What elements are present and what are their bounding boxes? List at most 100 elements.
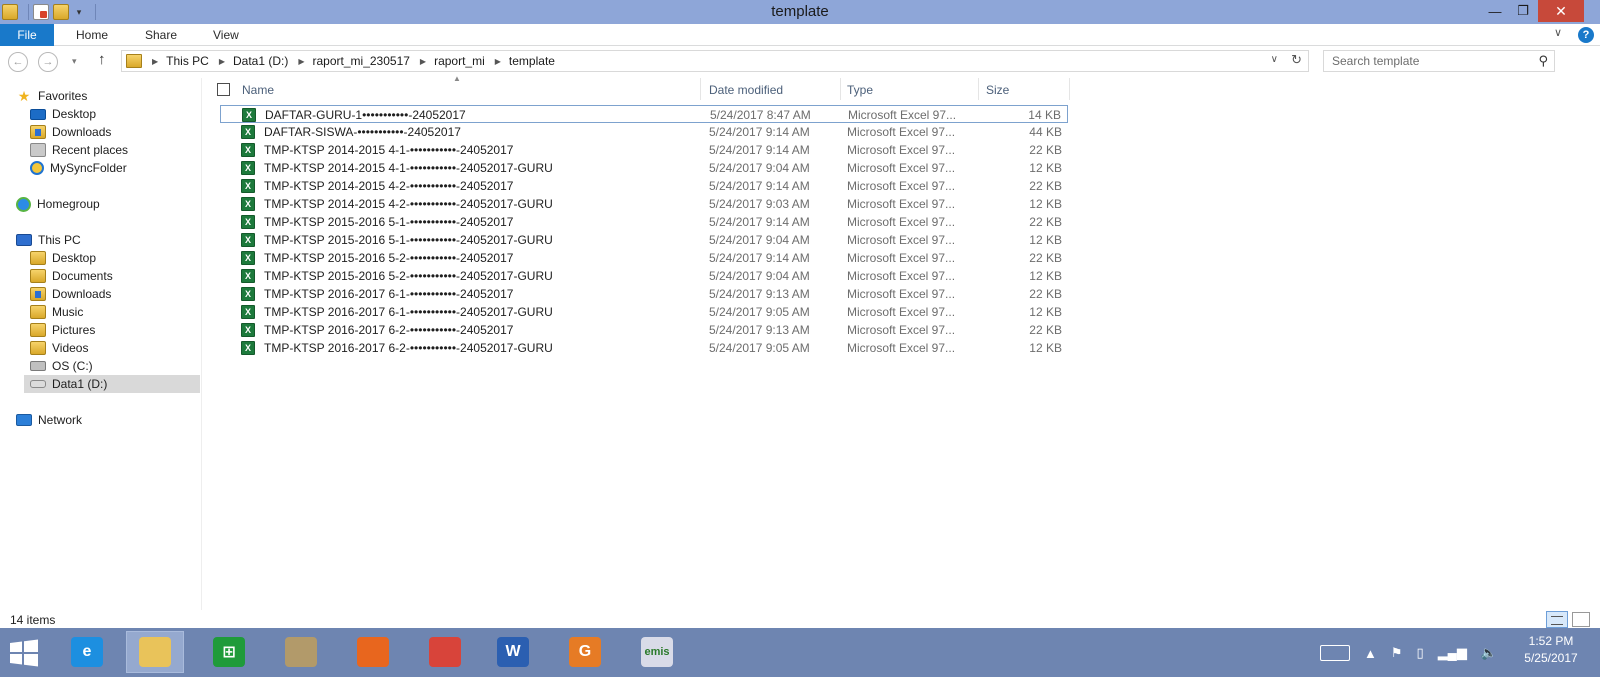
- tab-share[interactable]: Share: [145, 24, 177, 46]
- taskbar-file-explorer-button[interactable]: [126, 631, 184, 673]
- close-button[interactable]: ✕: [1538, 0, 1584, 22]
- action-center-flag-icon[interactable]: ⚑: [1391, 645, 1403, 661]
- breadcrumb-raport-mi[interactable]: raport_mi: [434, 54, 485, 68]
- pictures-folder-icon: [30, 323, 46, 337]
- breadcrumb-arrow-icon[interactable]: ▶: [152, 57, 158, 66]
- battery-icon[interactable]: ▯: [1417, 645, 1424, 661]
- nav-favorites[interactable]: ★ Favorites: [16, 87, 88, 105]
- nav-pc-pictures[interactable]: Pictures: [30, 321, 95, 339]
- select-all-checkbox[interactable]: [217, 83, 230, 96]
- file-row[interactable]: X TMP-KTSP 2016-2017 6-2-•••••••••••-2405…: [220, 339, 1068, 357]
- tab-file[interactable]: File: [0, 24, 54, 46]
- breadcrumb-arrow-icon[interactable]: ▶: [495, 57, 501, 66]
- file-type: Microsoft Excel 97...: [847, 125, 956, 139]
- column-size-header[interactable]: Size: [986, 83, 1009, 97]
- app-4-icon: [285, 637, 317, 667]
- file-row[interactable]: X TMP-KTSP 2016-2017 6-1-•••••••••••-2405…: [220, 285, 1068, 303]
- file-row[interactable]: X TMP-KTSP 2016-2017 6-1-•••••••••••-2405…: [220, 303, 1068, 321]
- column-date-header[interactable]: Date modified: [709, 83, 783, 97]
- nav-pc-videos[interactable]: Videos: [30, 339, 88, 357]
- sort-ascending-icon: ▲: [453, 74, 461, 83]
- help-icon[interactable]: ?: [1578, 27, 1594, 43]
- nav-label: Data1 (D:): [52, 377, 108, 391]
- taskbar-store-button[interactable]: ⊞: [200, 631, 258, 673]
- touch-keyboard-icon[interactable]: [1320, 645, 1350, 661]
- taskbar-firefox-button[interactable]: [344, 631, 402, 673]
- nav-network[interactable]: Network: [16, 411, 82, 429]
- file-row[interactable]: X TMP-KTSP 2016-2017 6-2-•••••••••••-2405…: [220, 321, 1068, 339]
- refresh-icon[interactable]: ↻: [1291, 52, 1302, 68]
- taskbar-internet-explorer-button[interactable]: e: [58, 631, 116, 673]
- file-date-modified: 5/24/2017 9:05 AM: [709, 341, 810, 355]
- large-icons-view-button[interactable]: [1572, 612, 1590, 627]
- nav-pc-data1-d[interactable]: Data1 (D:): [24, 375, 200, 393]
- file-row[interactable]: X TMP-KTSP 2014-2015 4-1-•••••••••••-2405…: [220, 159, 1068, 177]
- breadcrumb-raport-mi-230517[interactable]: raport_mi_230517: [313, 54, 410, 68]
- file-type: Microsoft Excel 97...: [847, 215, 956, 229]
- nav-homegroup[interactable]: Homegroup: [16, 195, 100, 213]
- file-row[interactable]: X TMP-KTSP 2015-2016 5-1-•••••••••••-2405…: [220, 231, 1068, 249]
- volume-icon[interactable]: 🔈: [1481, 645, 1497, 661]
- file-date-modified: 5/24/2017 9:14 AM: [709, 179, 810, 193]
- clock[interactable]: 1:52 PM 5/25/2017: [1510, 633, 1592, 667]
- nav-fav-mysyncfolder[interactable]: MySyncFolder: [30, 159, 127, 177]
- address-history-chevron-icon[interactable]: ∨: [1271, 54, 1278, 65]
- column-name-header[interactable]: Name: [242, 83, 274, 97]
- search-input[interactable]: Search template: [1332, 54, 1419, 68]
- windows-start-icon[interactable]: [8, 638, 40, 668]
- taskbar-chrome-button[interactable]: [416, 631, 474, 673]
- column-divider[interactable]: [978, 78, 979, 100]
- file-row[interactable]: X TMP-KTSP 2014-2015 4-1-•••••••••••-2405…: [220, 141, 1068, 159]
- maximize-button[interactable]: ❐: [1510, 0, 1536, 22]
- address-bar[interactable]: ▶ This PC ▶ Data1 (D:) ▶ raport_mi_23051…: [121, 50, 1309, 72]
- taskbar-emis-button[interactable]: emis: [628, 631, 686, 673]
- file-name: TMP-KTSP 2014-2015 4-2-•••••••••••-24052…: [264, 197, 553, 211]
- forward-button[interactable]: →: [38, 52, 58, 72]
- tab-home[interactable]: Home: [76, 24, 108, 46]
- details-view-button[interactable]: [1546, 611, 1568, 628]
- search-icon[interactable]: ⚲: [1538, 53, 1548, 69]
- up-button[interactable]: ↑: [98, 51, 106, 68]
- back-button[interactable]: ←: [8, 52, 28, 72]
- minimize-button[interactable]: —: [1482, 0, 1508, 22]
- nav-pc-desktop[interactable]: Desktop: [30, 249, 96, 267]
- column-divider[interactable]: [840, 78, 841, 100]
- show-hidden-icons-chevron-icon[interactable]: ▲: [1364, 646, 1377, 661]
- taskbar-pdf-app-button[interactable]: G: [556, 631, 614, 673]
- breadcrumb-this-pc[interactable]: This PC: [166, 54, 209, 68]
- file-type: Microsoft Excel 97...: [847, 197, 956, 211]
- nav-pc-downloads[interactable]: Downloads: [30, 285, 111, 303]
- nav-pc-os-c[interactable]: OS (C:): [30, 357, 93, 375]
- file-row[interactable]: X DAFTAR-GURU-1•••••••••••-24052017 5/24/2…: [220, 105, 1068, 123]
- column-header-row: ▲ Name Date modified Type Size: [203, 74, 1073, 100]
- breadcrumb-template[interactable]: template: [509, 54, 555, 68]
- file-row[interactable]: X DAFTAR-SISWA-•••••••••••-24052017 5/24/2…: [220, 123, 1068, 141]
- recent-locations-chevron-icon[interactable]: ▾: [72, 56, 77, 67]
- file-row[interactable]: X TMP-KTSP 2015-2016 5-1-•••••••••••-2405…: [220, 213, 1068, 231]
- network-signal-icon[interactable]: ▂▄▆: [1438, 645, 1467, 661]
- file-row[interactable]: X TMP-KTSP 2015-2016 5-2-•••••••••••-2405…: [220, 267, 1068, 285]
- breadcrumb-arrow-icon[interactable]: ▶: [219, 57, 225, 66]
- breadcrumb-arrow-icon[interactable]: ▶: [298, 57, 304, 66]
- file-row[interactable]: X TMP-KTSP 2014-2015 4-2-•••••••••••-2405…: [220, 177, 1068, 195]
- breadcrumb-data1[interactable]: Data1 (D:): [233, 54, 288, 68]
- tab-view[interactable]: View: [213, 24, 239, 46]
- column-divider[interactable]: [1069, 78, 1070, 100]
- taskbar-app-4-button[interactable]: [272, 631, 330, 673]
- column-divider[interactable]: [700, 78, 701, 100]
- nav-this-pc[interactable]: This PC: [16, 231, 81, 249]
- nav-fav-desktop[interactable]: Desktop: [30, 105, 96, 123]
- taskbar-word-button[interactable]: W: [484, 631, 542, 673]
- nav-fav-recent-places[interactable]: Recent places: [30, 141, 128, 159]
- recent-places-icon: [30, 143, 46, 157]
- file-name: TMP-KTSP 2016-2017 6-1-•••••••••••-24052…: [264, 287, 514, 301]
- breadcrumb-arrow-icon[interactable]: ▶: [420, 57, 426, 66]
- nav-fav-downloads[interactable]: Downloads: [30, 123, 111, 141]
- file-row[interactable]: X TMP-KTSP 2015-2016 5-2-•••••••••••-2405…: [220, 249, 1068, 267]
- nav-pc-music[interactable]: Music: [30, 303, 83, 321]
- column-type-header[interactable]: Type: [847, 83, 873, 97]
- expand-ribbon-chevron-icon[interactable]: ∨: [1554, 26, 1562, 39]
- file-row[interactable]: X TMP-KTSP 2014-2015 4-2-•••••••••••-2405…: [220, 195, 1068, 213]
- search-box[interactable]: Search template ⚲: [1323, 50, 1555, 72]
- nav-pc-documents[interactable]: Documents: [30, 267, 113, 285]
